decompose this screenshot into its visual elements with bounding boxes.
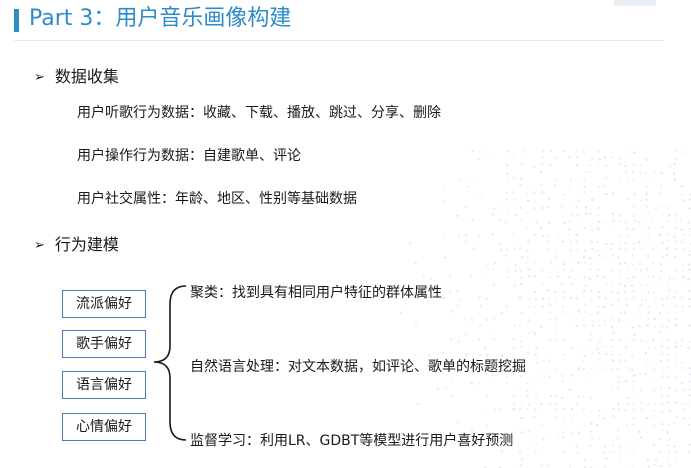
method-clustering: 聚类：找到具有相同用户特征的群体属性 [190, 285, 442, 301]
section-heading-label: 数据收集 [54, 67, 119, 86]
list-item: 用户操作行为数据：自建歌单、评论 [77, 148, 301, 164]
section-heading-behavior-modeling: ➢ 行为建模 [34, 234, 119, 258]
method-nlp: 自然语言处理：对文本数据，如评论、歌单的标题挖掘 [190, 359, 526, 375]
corner-decoration [614, 0, 656, 6]
title-accent-bar [14, 9, 19, 32]
curly-brace [153, 285, 187, 441]
preference-box-mood: 心情偏好 [62, 413, 146, 441]
page-title: Part 3：用户音乐画像构建 [29, 6, 292, 31]
list-item: 用户社交属性：年龄、地区、性别等基础数据 [77, 191, 357, 207]
section-heading-label: 行为建模 [54, 235, 119, 254]
arrow-right-icon: ➢ [34, 238, 45, 253]
arrow-right-icon: ➢ [34, 70, 45, 85]
preference-box-language: 语言偏好 [62, 371, 146, 399]
preference-box-artist: 歌手偏好 [62, 330, 146, 358]
title-divider [14, 40, 664, 41]
list-item: 用户听歌行为数据：收藏、下载、播放、跳过、分享、删除 [77, 105, 441, 121]
method-supervised-learning: 监督学习：利用LR、GDBT等模型进行用户喜好预测 [190, 433, 514, 449]
section-heading-data-collection: ➢ 数据收集 [34, 66, 119, 90]
preference-box-genre: 流派偏好 [62, 290, 146, 318]
